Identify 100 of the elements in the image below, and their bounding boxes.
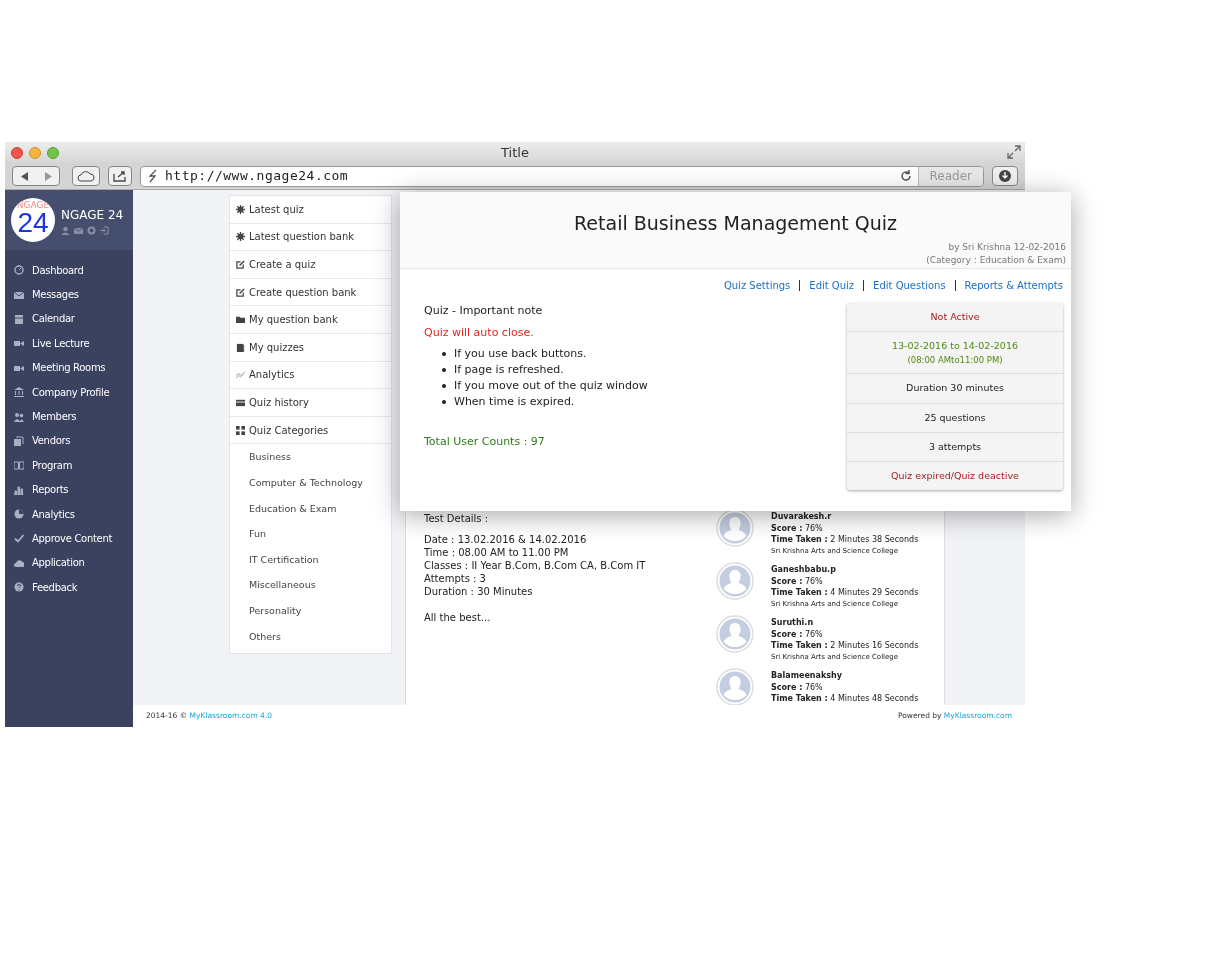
sidebar-item[interactable]: Reports xyxy=(5,477,133,502)
note-item: When time is expired. xyxy=(454,394,575,410)
student-name: Suruthi.n xyxy=(771,617,815,629)
submenu-item[interactable]: Quiz Categories xyxy=(230,416,391,445)
warning-text: Quiz will auto close. xyxy=(424,324,535,341)
sidebar-item[interactable]: Program xyxy=(5,453,133,478)
video-camera-icon xyxy=(14,338,24,349)
sidebar-item[interactable]: Meeting Rooms xyxy=(5,355,133,380)
envelope-icon xyxy=(14,289,24,300)
edit-icon xyxy=(236,287,245,297)
fullscreen-icon[interactable] xyxy=(1007,145,1021,159)
window-title: Title xyxy=(501,143,529,162)
sidebar-item[interactable]: Application xyxy=(5,550,133,576)
score-text: Score : 76% xyxy=(771,681,824,693)
minimize-window-button[interactable] xyxy=(29,146,41,159)
score-text: Score : 76% xyxy=(771,522,824,534)
grid-icon xyxy=(236,425,245,435)
edit-icon xyxy=(236,260,245,269)
line-chart-icon xyxy=(236,370,245,380)
category-link[interactable]: IT Certification xyxy=(230,546,391,573)
note-title: Quiz - Important note xyxy=(424,303,544,319)
submenu-item[interactable]: Latest question bank xyxy=(230,223,391,252)
status-text: 3 attempts xyxy=(928,439,982,454)
user-icon[interactable] xyxy=(61,225,70,235)
bullet-icon xyxy=(442,352,446,356)
sidebar-item[interactable]: Live Lecture xyxy=(5,331,133,356)
pie-chart-icon xyxy=(14,509,24,520)
submenu-item[interactable]: Analytics xyxy=(230,361,391,390)
note-item: If you use back buttons. xyxy=(454,346,587,362)
time-taken-text: Time Taken : 4 Minutes 48 Seconds xyxy=(771,693,919,705)
submenu-item[interactable]: My quizzes xyxy=(230,333,391,362)
submenu-item[interactable]: Quiz history xyxy=(230,389,391,417)
score-text: Score : 76% xyxy=(771,628,824,640)
cloud-icon xyxy=(14,557,24,568)
student-name: Duvarakesh.r xyxy=(771,511,833,523)
cloud-icon xyxy=(77,170,95,182)
detail-line: Duration : 30 Minutes xyxy=(424,585,534,598)
sidebar-item[interactable]: Calendar xyxy=(5,306,133,332)
avatar-icon xyxy=(716,615,754,653)
category-link[interactable]: Fun xyxy=(230,521,391,547)
category-link[interactable]: Others xyxy=(230,623,391,650)
bar-chart-icon xyxy=(14,484,24,495)
bullet-icon xyxy=(442,400,446,404)
envelope-icon[interactable] xyxy=(74,225,83,235)
sidebar-item[interactable]: Approve Content xyxy=(5,526,133,551)
sidebar-item[interactable]: Analytics xyxy=(5,501,133,527)
download-button[interactable] xyxy=(992,166,1018,186)
category-link[interactable]: Miscellaneous xyxy=(230,572,391,598)
download-icon xyxy=(998,169,1012,183)
status-text: 13-02-2016 to 14-02-2016 xyxy=(892,339,1018,354)
quiz-action-link[interactable]: Edit Quiz xyxy=(809,278,855,293)
help-icon xyxy=(14,582,24,593)
status-text: Not Active xyxy=(930,310,980,324)
status-text: (08:00 AMto11:00 PM) xyxy=(907,353,1003,367)
sidebar-item[interactable]: Dashboard xyxy=(5,258,133,283)
quiz-action-link[interactable]: Reports & Attempts xyxy=(964,278,1063,293)
address-field[interactable]: http://www.ngage24.com Reader xyxy=(140,165,984,187)
people-icon xyxy=(14,411,24,422)
score-text: Score : 76% xyxy=(771,575,824,587)
quiz-action-link[interactable]: Edit Questions xyxy=(873,278,946,293)
category-link[interactable]: Personality xyxy=(230,597,391,624)
sidebar-item[interactable]: Company Profile xyxy=(5,379,133,405)
sign-out-icon[interactable] xyxy=(100,225,109,235)
details-heading: Test Details : xyxy=(424,512,489,525)
cloud-button[interactable] xyxy=(72,166,100,186)
sidebar-item[interactable]: Members xyxy=(5,404,133,429)
submenu-item[interactable]: Create question bank xyxy=(230,278,391,307)
sidebar-item[interactable]: Vendors xyxy=(5,428,133,454)
student-name: Balameenakshy xyxy=(771,670,843,682)
status-text: Quiz expired/Quiz deactive xyxy=(891,469,1019,483)
sidebar-item[interactable]: Messages xyxy=(5,282,133,307)
category-link[interactable]: Education & Exam xyxy=(230,495,391,522)
share-button[interactable] xyxy=(108,166,132,186)
closing-text: All the best... xyxy=(424,611,492,624)
forward-arrow-icon xyxy=(43,171,52,181)
maximize-window-button[interactable] xyxy=(47,146,59,159)
bullet-icon xyxy=(442,368,446,372)
submenu-item[interactable]: Latest quiz xyxy=(230,196,391,224)
gauge-icon xyxy=(14,265,24,276)
note-item: If page is refreshed. xyxy=(454,362,564,378)
quiz-action-link[interactable]: Quiz Settings xyxy=(723,278,791,293)
card-icon xyxy=(236,397,245,407)
detail-line: Date : 13.02.2016 & 14.02.2016 xyxy=(424,533,588,546)
book-icon xyxy=(236,342,245,352)
detail-line: Time : 08.00 AM to 11.00 PM xyxy=(424,546,570,559)
submenu-item[interactable]: My question bank xyxy=(230,306,391,334)
bank-icon xyxy=(14,387,24,398)
close-window-button[interactable] xyxy=(11,146,23,159)
submenu-item[interactable]: Create a quiz xyxy=(230,251,391,279)
category-link[interactable]: Business xyxy=(230,444,391,470)
detail-line: Classes : II Year B.Com, B.Com CA, B.Com IT xyxy=(424,559,647,572)
quiz-category: (Category : Education & Exam) xyxy=(926,254,1066,267)
back-forward-buttons[interactable] xyxy=(12,166,60,186)
stack-icon xyxy=(14,435,24,446)
quiz-title: Retail Business Management Quiz xyxy=(574,211,897,236)
category-link[interactable]: Computer & Technology xyxy=(230,469,391,496)
reload-icon[interactable] xyxy=(899,170,912,182)
time-taken-text: Time Taken : 2 Minutes 16 Seconds xyxy=(771,640,919,652)
sidebar-item[interactable]: Feedback xyxy=(5,575,133,600)
total-user-count: Total User Counts : 97 xyxy=(424,434,546,450)
